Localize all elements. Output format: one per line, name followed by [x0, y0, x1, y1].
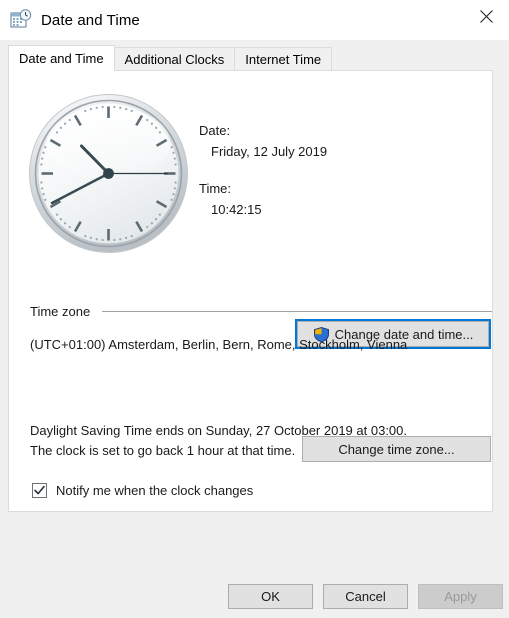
cancel-label: Cancel: [345, 589, 386, 604]
notify-checkbox-label: Notify me when the clock changes: [56, 483, 254, 498]
apply-label: Apply: [444, 589, 477, 604]
analog-clock: [26, 91, 191, 256]
apply-button: Apply: [418, 584, 503, 609]
date-label: Date:: [199, 123, 231, 138]
notify-checkbox[interactable]: [32, 483, 47, 498]
time-value: 10:42:15: [211, 202, 262, 217]
date-value: Friday, 12 July 2019: [211, 144, 328, 159]
tab-additional-clocks[interactable]: Additional Clocks: [113, 47, 236, 71]
time-zone-group-label: Time zone: [30, 303, 91, 319]
cancel-button[interactable]: Cancel: [323, 584, 408, 609]
date-and-time-panel: Date: Friday, 12 July 2019 Time: 10:42:1…: [8, 70, 493, 512]
dst-line-1: Daylight Saving Time ends on Sunday, 27 …: [30, 423, 407, 438]
time-zone-value: (UTC+01:00) Amsterdam, Berlin, Bern, Rom…: [30, 337, 408, 352]
close-icon[interactable]: [463, 0, 509, 32]
group-divider: [102, 310, 492, 312]
daylight-saving-text: Daylight Saving Time ends on Sunday, 27 …: [30, 421, 485, 461]
ok-label: OK: [261, 589, 280, 604]
time-label: Time:: [199, 181, 232, 196]
time-zone-group-header: Time zone: [30, 302, 492, 320]
calendar-clock-icon: [10, 9, 32, 31]
notify-checkbox-row[interactable]: Notify me when the clock changes: [32, 483, 253, 498]
checkmark-icon: [34, 485, 45, 495]
ok-button[interactable]: OK: [228, 584, 313, 609]
dialog-footer: OK Cancel Apply: [0, 512, 509, 618]
title-bar: Date and Time: [0, 0, 509, 40]
tab-date-and-time[interactable]: Date and Time: [8, 45, 115, 71]
date-time-readout: Date: Friday, 12 July 2019 Time: 10:42:1…: [199, 123, 449, 217]
dst-line-2: The clock is set to go back 1 hour at th…: [30, 443, 296, 458]
window-title: Date and Time: [41, 11, 140, 29]
tab-strip: Date and Time Additional Clocks Internet…: [0, 40, 509, 71]
tab-internet-time[interactable]: Internet Time: [234, 47, 333, 71]
